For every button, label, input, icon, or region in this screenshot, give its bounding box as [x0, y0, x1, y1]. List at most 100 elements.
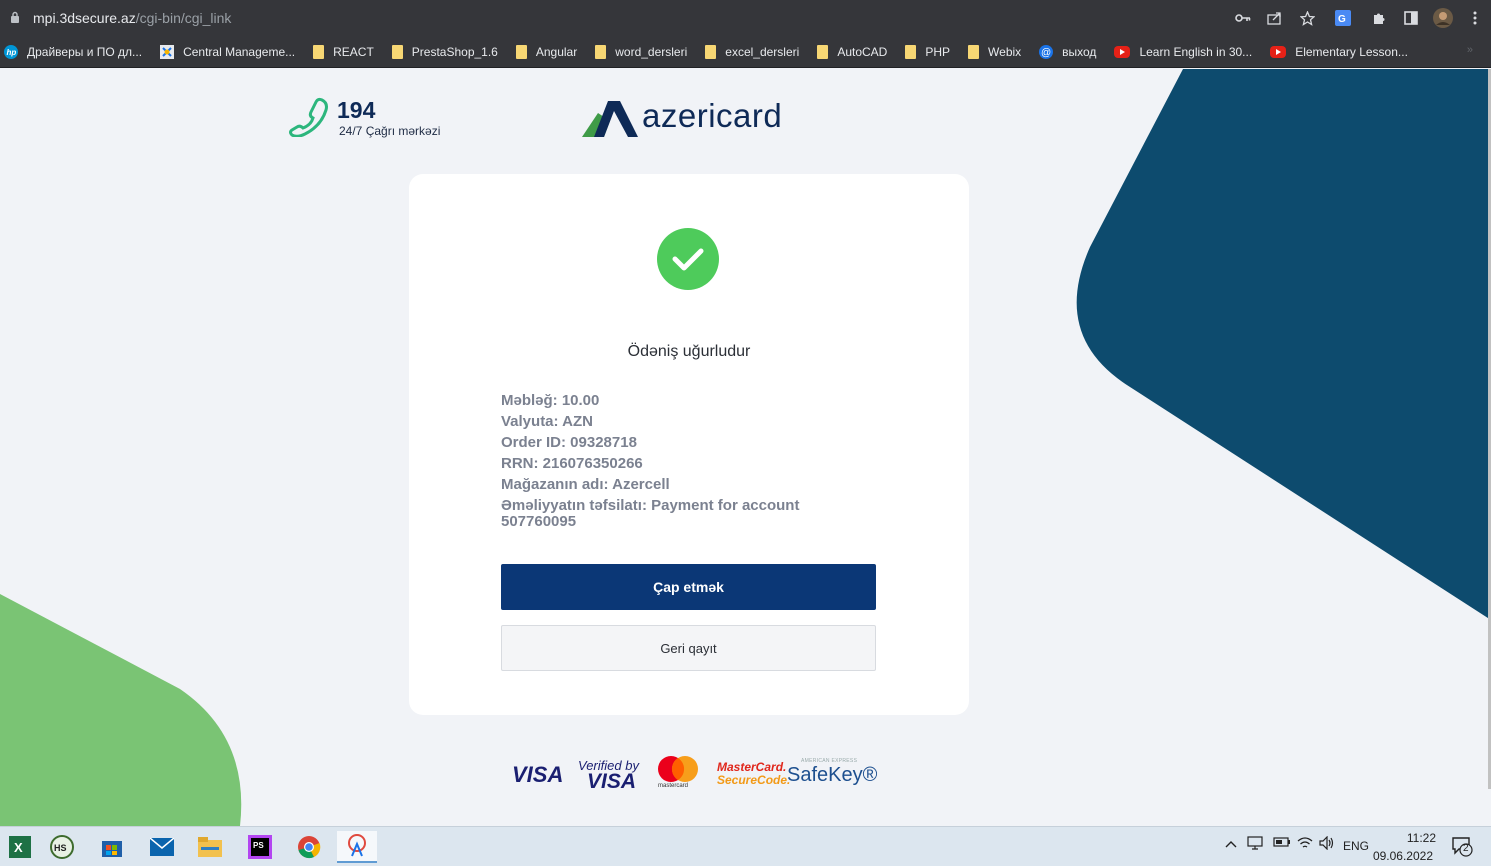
wifi-icon[interactable]	[1297, 836, 1313, 853]
youtube-icon	[1114, 45, 1131, 58]
folder-icon	[817, 44, 829, 59]
folder-icon	[313, 44, 325, 59]
hotline-number: 194	[337, 97, 376, 123]
bookmark-item[interactable]: PHP	[905, 44, 951, 59]
svg-text:hp: hp	[7, 48, 17, 57]
bookmark-item[interactable]: PrestaShop_1.6	[391, 44, 498, 59]
azericard-logo-mark	[582, 101, 638, 137]
bookmark-item[interactable]: excel_dersleri	[705, 44, 800, 59]
bookmark-item[interactable]: Webix	[968, 44, 1022, 59]
excel-icon[interactable]: X	[0, 831, 40, 863]
back-button[interactable]: Geri qayıt	[501, 625, 876, 671]
payment-details: Məbləğ: 10.00 Valyuta: AZN Order ID: 093…	[501, 390, 841, 530]
mastercard-logo-icon	[658, 756, 698, 782]
folder-icon	[968, 44, 980, 59]
extensions-puzzle-icon[interactable]	[1363, 0, 1395, 36]
bookmark-item[interactable]: @ выход	[1039, 44, 1097, 59]
system-tray: ENG 11:22 09.06.2022 2	[1211, 827, 1491, 866]
store-icon[interactable]	[92, 831, 132, 863]
safekey-logo: SafeKey®	[787, 764, 878, 786]
windows-taskbar: X HS PS ENG 11:22 09.06.2022 2	[0, 826, 1491, 866]
logo-text: azericard	[642, 97, 783, 134]
side-panel-icon[interactable]	[1395, 0, 1427, 36]
folder-icon	[515, 44, 527, 59]
file-explorer-icon[interactable]	[190, 831, 230, 863]
visa-logo: VISA	[512, 762, 564, 787]
notifications-icon[interactable]	[1451, 835, 1473, 860]
battery-icon[interactable]	[1273, 836, 1291, 851]
lock-icon	[11, 11, 19, 23]
browser-address-bar[interactable]: mpi.3dsecure.az/cgi-bin/cgi_link G	[0, 0, 1491, 36]
volume-icon[interactable]	[1319, 835, 1335, 853]
clock-date[interactable]: 09.06.2022	[1373, 849, 1433, 863]
bookmark-label: excel_dersleri	[725, 44, 800, 59]
folder-icon	[391, 44, 403, 59]
notification-count: 2	[1463, 843, 1469, 854]
merchant-row: Mağazanın adı: Azercell	[501, 476, 670, 493]
chrome-icon[interactable]	[289, 831, 329, 863]
folder-icon	[595, 44, 607, 59]
share-icon[interactable]	[1259, 0, 1291, 36]
chevron-up-icon[interactable]	[1225, 837, 1237, 851]
bookmark-label: AutoCAD	[837, 44, 888, 59]
network-display-icon[interactable]	[1247, 836, 1263, 853]
bookmark-label: Webix	[988, 44, 1022, 59]
bookmark-label: PrestaShop_1.6	[411, 44, 498, 59]
svg-text:PS: PS	[253, 841, 264, 850]
svg-text:G: G	[1338, 14, 1346, 25]
kebab-menu-icon[interactable]	[1459, 0, 1491, 36]
verified-by-visa-logo: VISA	[587, 770, 637, 793]
bookmark-star-icon[interactable]	[1291, 0, 1323, 36]
print-button[interactable]: Çap etmək	[501, 564, 876, 610]
bookmark-item[interactable]: AutoCAD	[817, 44, 888, 59]
hs-icon[interactable]: HS	[42, 831, 82, 863]
bookmarks-bar: hp Драйверы и ПО дл... Central Manageme.…	[0, 36, 1491, 68]
folder-icon	[905, 44, 917, 59]
rrn-row: RRN: 216076350266	[501, 455, 643, 472]
at-icon: @	[1039, 44, 1054, 59]
bookmark-item[interactable]: hp Драйверы и ПО дл...	[4, 44, 143, 59]
folder-icon	[705, 44, 717, 59]
phpstorm-icon[interactable]: PS	[240, 831, 280, 863]
url-host: mpi.3dsecure.az	[33, 10, 136, 26]
order-id-row: Order ID: 09328718	[501, 434, 637, 451]
more-bookmarks-button[interactable]: »	[1467, 44, 1473, 56]
bookmark-item[interactable]: Central Manageme...	[160, 44, 296, 59]
amount-row: Məbləğ: 10.00	[501, 392, 600, 409]
bookmark-item[interactable]: Elementary Lesson...	[1270, 45, 1408, 59]
hp-icon: hp	[4, 44, 18, 59]
bookmark-label: Central Manageme...	[183, 44, 296, 59]
mastercard-label: mastercard	[658, 783, 689, 789]
bookmark-item[interactable]: Angular	[515, 44, 578, 59]
bookmark-label: PHP	[925, 44, 951, 59]
gear-puzzle-icon	[160, 44, 175, 59]
securecode-label: SecureCode.	[717, 773, 791, 787]
transaction-details-row: Əməliyyatın təfsilatı: Payment for accou…	[501, 497, 800, 530]
bookmark-label: word_dersleri	[615, 44, 688, 59]
bookmark-item[interactable]: Learn English in 30...	[1114, 45, 1252, 59]
url-text[interactable]: mpi.3dsecure.az/cgi-bin/cgi_link	[33, 10, 231, 26]
payment-page: 194 24/7 Çağrı mərkəzi azericard Ödəniş …	[0, 69, 1491, 826]
svg-text:X: X	[14, 840, 23, 855]
bookmark-item[interactable]: word_dersleri	[595, 44, 688, 59]
language-indicator[interactable]: ENG	[1343, 839, 1369, 853]
key-icon[interactable]	[1227, 0, 1259, 36]
profile-avatar-icon[interactable]	[1427, 0, 1459, 36]
url-path: /cgi-bin/cgi_link	[135, 10, 232, 26]
mail-icon[interactable]	[142, 831, 182, 863]
bookmark-item[interactable]: REACT	[313, 44, 374, 59]
bookmark-label: Драйверы и ПО дл...	[27, 44, 143, 59]
youtube-icon	[1270, 45, 1287, 58]
clock-time[interactable]: 11:22	[1407, 831, 1436, 845]
snipping-icon[interactable]	[337, 831, 377, 863]
bookmark-label: выход	[1062, 44, 1097, 59]
hotline: 194 24/7 Çağrı mərkəzi	[289, 97, 440, 138]
google-translate-icon[interactable]: G	[1323, 0, 1363, 36]
bookmark-label: Learn English in 30...	[1139, 44, 1253, 59]
mastercard-securecode-logo: MasterCard.	[717, 760, 787, 774]
hotline-subtitle: 24/7 Çağrı mərkəzi	[339, 124, 441, 138]
svg-text:@: @	[1041, 47, 1051, 58]
azericard-logo: azericard	[580, 95, 782, 144]
bookmark-label: Angular	[535, 44, 578, 59]
bookmark-label: Elementary Lesson...	[1295, 44, 1408, 59]
